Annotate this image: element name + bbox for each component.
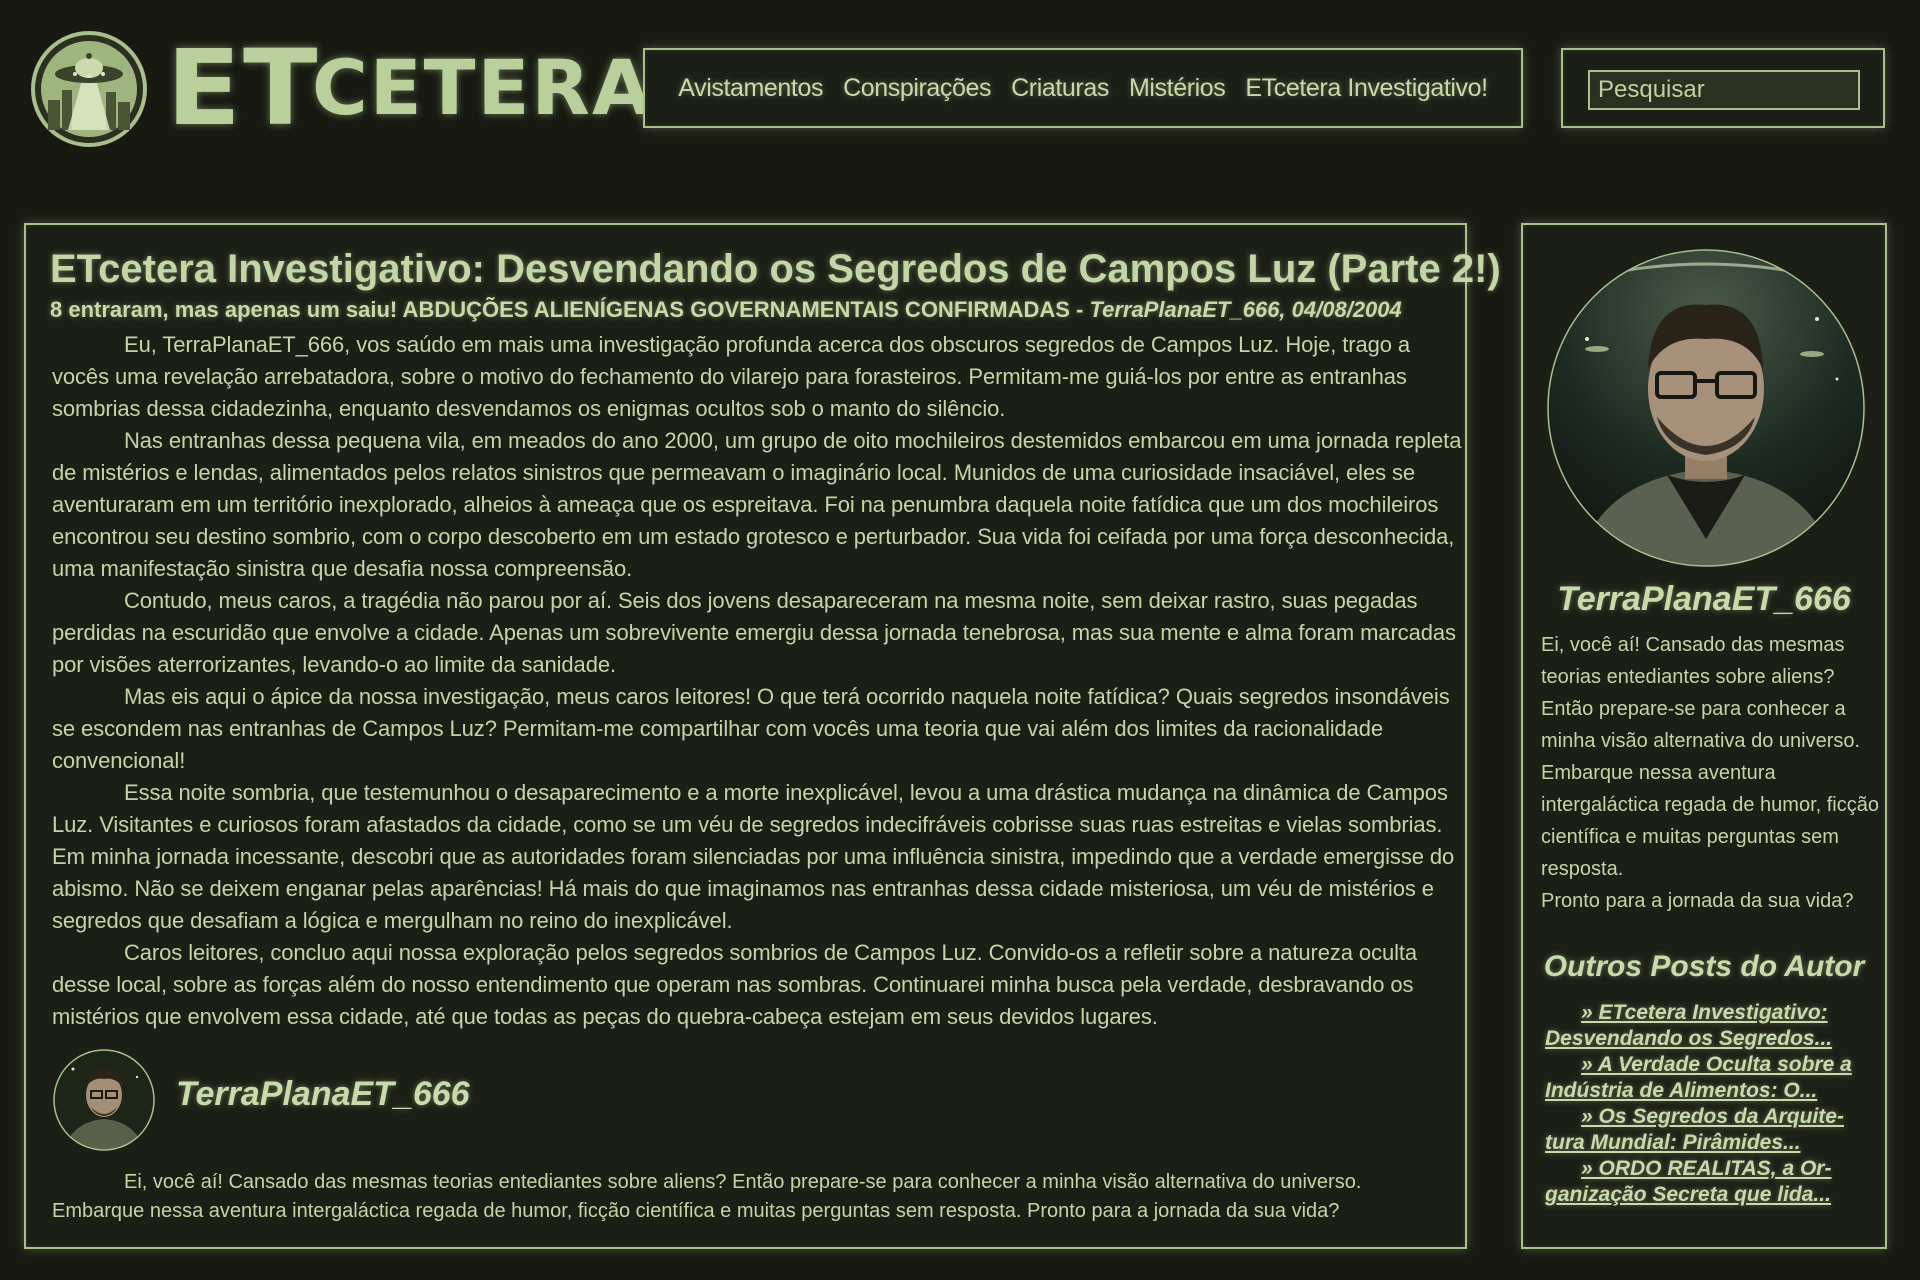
other-posts-list: » ETcetera Investigativo: Desvendando os… xyxy=(1545,1000,1875,1208)
article-paragraph: Contudo, meus caros, a tragédia não paro… xyxy=(52,588,1456,677)
article-title: ETcetera Investigativo: Desvendando os S… xyxy=(50,247,1501,291)
author-avatar-icon xyxy=(53,1049,155,1151)
author-avatar-small[interactable] xyxy=(53,1049,155,1151)
author-sidebar: TerraPlanaET_666 Ei, você aí! Cansado da… xyxy=(1521,223,1887,1249)
nav-link-avistamentos[interactable]: Avistamentos xyxy=(678,74,823,103)
sidebar-bio-line: Embarque nessa aventura intergaláctica r… xyxy=(1541,762,1879,880)
article-paragraph: Eu, TerraPlanaET_666, vos saúdo em mais … xyxy=(52,332,1411,421)
sidebar-bio-line: Então prepare-se para conhecer a minha v… xyxy=(1541,698,1861,752)
article-subtitle: 8 entraram, mas apenas um saiu! ABDUÇÕES… xyxy=(50,297,1090,322)
main-nav: Avistamentos Conspirações Criaturas Mist… xyxy=(643,48,1523,128)
article-body: Eu, TerraPlanaET_666, vos saúdo em mais … xyxy=(52,329,1472,1033)
article-paragraph: Nas entranhas dessa pequena vila, em mea… xyxy=(52,428,1462,581)
search-container xyxy=(1561,48,1885,128)
nav-link-misterios[interactable]: Mistérios xyxy=(1129,74,1226,103)
logo-text-et: ET xyxy=(166,27,320,149)
article-meta: 8 entraram, mas apenas um saiu! ABDUÇÕES… xyxy=(50,297,1402,323)
article-paragraph: Essa noite sombria, que testemunhou o de… xyxy=(52,780,1455,933)
author-avatar-icon xyxy=(1547,249,1865,567)
other-post-link[interactable]: » ORDO REALITAS, a Or-ganização Secreta … xyxy=(1545,1156,1875,1208)
other-post-link[interactable]: » Os Segredos da Arquite-tura Mundial: P… xyxy=(1545,1104,1875,1156)
logo-text-cetera: CETERA xyxy=(311,43,653,132)
author-avatar-large[interactable] xyxy=(1547,249,1865,567)
other-post-link[interactable]: » ETcetera Investigativo: Desvendando os… xyxy=(1545,1000,1875,1052)
ufo-emblem-icon xyxy=(31,31,147,147)
sidebar-bio-line: Pronto para a jornada da sua vida? xyxy=(1541,890,1854,912)
site-logo-text[interactable]: ETCETERA xyxy=(166,28,653,148)
search-input[interactable] xyxy=(1588,70,1860,110)
author-bio: Ei, você aí! Cansado das mesmas teorias … xyxy=(52,1171,1362,1222)
article-paragraph: Caros leitores, concluo aqui nossa explo… xyxy=(52,940,1418,1029)
article-author-date: TerraPlanaET_666, 04/08/2004 xyxy=(1089,297,1402,322)
other-posts-title: Outros Posts do Autor xyxy=(1543,950,1865,983)
nav-link-conspiracoes[interactable]: Conspirações xyxy=(843,74,991,103)
article-paragraph: Mas eis aqui o ápice da nossa investigaç… xyxy=(52,684,1450,773)
sidebar-author-name[interactable]: TerraPlanaET_666 xyxy=(1523,580,1885,619)
sidebar-author-bio: Ei, você aí! Cansado das mesmas teorias … xyxy=(1541,629,1881,917)
sidebar-bio-line: Ei, você aí! Cansado das mesmas teorias … xyxy=(1541,634,1845,688)
article-panel: ETcetera Investigativo: Desvendando os S… xyxy=(24,223,1501,1249)
other-post-link[interactable]: » A Verdade Oculta sobre a Indústria de … xyxy=(1545,1052,1875,1104)
site-logo-emblem[interactable] xyxy=(30,30,148,148)
nav-link-criaturas[interactable]: Criaturas xyxy=(1011,74,1109,103)
author-name[interactable]: TerraPlanaET_666 xyxy=(176,1075,470,1114)
nav-link-etcetera-investigativo[interactable]: ETcetera Investigativo! xyxy=(1245,74,1488,103)
